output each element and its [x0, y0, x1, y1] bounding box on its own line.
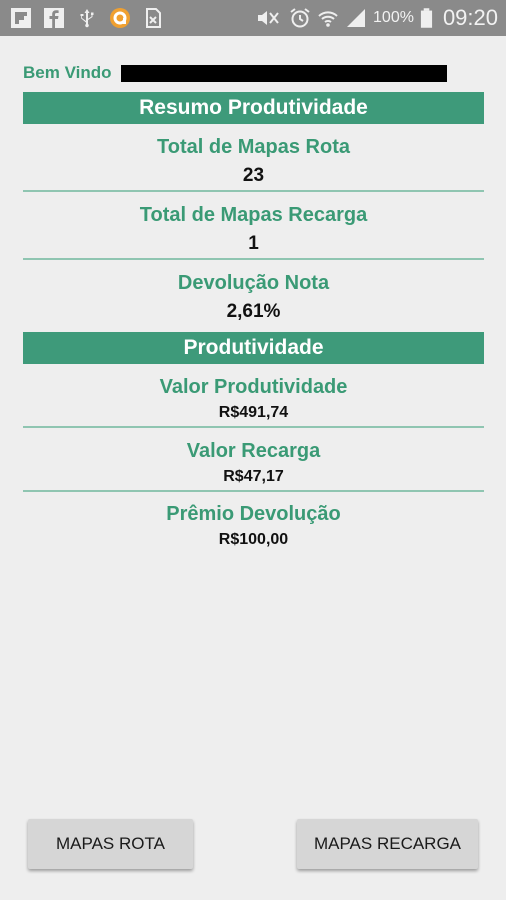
- produtividade-header: Produtividade: [23, 332, 484, 364]
- sim-card-icon: [146, 8, 161, 28]
- stat-value: R$100,00: [218, 531, 289, 548]
- stat-label: Valor Produtividade: [159, 376, 348, 398]
- stat-value: 1: [248, 233, 259, 254]
- welcome-row: Bem Vindo: [23, 63, 448, 83]
- mapas-rota-button[interactable]: MAPAS ROTA: [28, 819, 193, 869]
- stat-total-mapas-recarga: Total de Mapas Recarga 1: [23, 204, 484, 255]
- divider: [23, 258, 484, 260]
- divider: [23, 490, 484, 492]
- stat-value: 23: [242, 165, 265, 186]
- usb-icon: [80, 9, 94, 28]
- stat-label: Total de Mapas Rota: [157, 136, 350, 158]
- signal-icon: [347, 9, 366, 27]
- divider: [23, 426, 484, 428]
- resumo-header: Resumo Produtividade: [23, 92, 484, 124]
- stat-valor-produtividade: Valor Produtividade R$491,74: [23, 376, 484, 422]
- stat-label: Valor Recarga: [186, 440, 321, 462]
- status-bar: 100% 09:20: [0, 0, 506, 36]
- clock: 09:20: [442, 5, 498, 30]
- welcome-label: Bem Vindo: [23, 63, 112, 82]
- stat-value: 2,61%: [226, 301, 281, 322]
- stat-value: R$47,17: [223, 468, 284, 485]
- app-notification-icon: [110, 8, 130, 28]
- alarm-icon: [290, 8, 310, 28]
- mute-icon: [258, 11, 279, 25]
- battery-percent: 100%: [373, 9, 414, 26]
- stat-value: R$491,74: [218, 404, 289, 421]
- stat-valor-recarga: Valor Recarga R$47,17: [23, 440, 484, 486]
- stat-label: Devolução Nota: [177, 272, 330, 294]
- stat-devolucao-nota: Devolução Nota 2,61%: [23, 272, 484, 323]
- redacted-user-name: [121, 64, 448, 82]
- facebook-icon: [44, 8, 64, 28]
- divider: [23, 190, 484, 192]
- stat-total-mapas-rota: Total de Mapas Rota 23: [23, 136, 484, 187]
- wifi-icon: [318, 11, 338, 27]
- mapas-recarga-button[interactable]: MAPAS RECARGA: [297, 819, 478, 869]
- stat-label: Total de Mapas Recarga: [139, 204, 368, 226]
- stat-premio-devolucao: Prêmio Devolução R$100,00: [23, 503, 484, 549]
- stat-label: Prêmio Devolução: [166, 503, 341, 525]
- flipboard-icon: [11, 8, 31, 28]
- battery-icon: [420, 8, 433, 28]
